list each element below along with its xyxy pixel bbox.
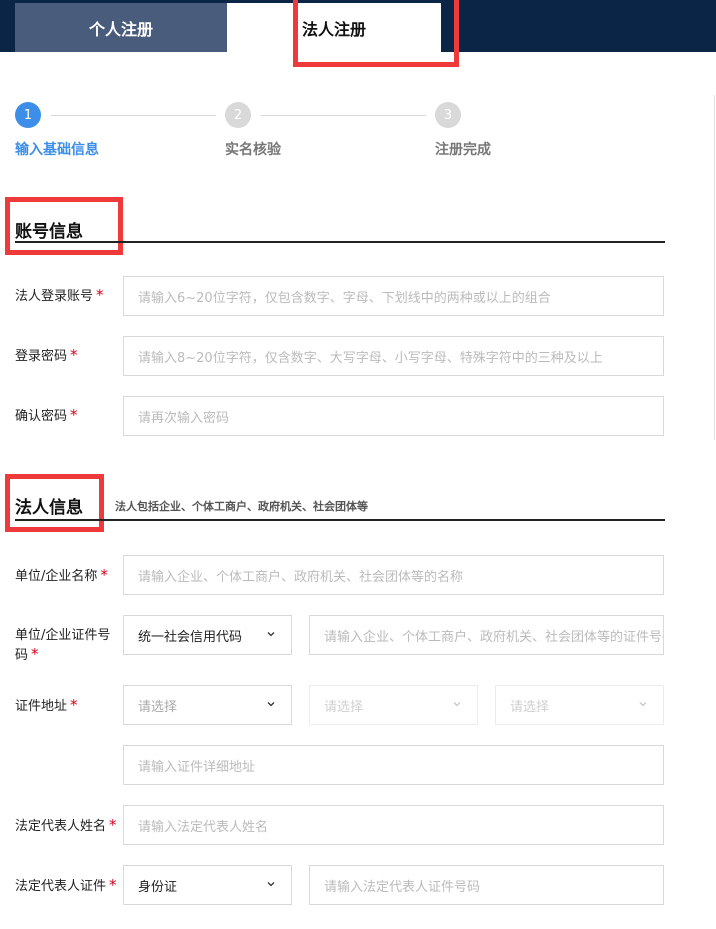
legal-section-note: 法人包括企业、个体工商户、政府机关、社会团体等 bbox=[115, 500, 368, 513]
rep-id-type-select[interactable]: 身份证 bbox=[123, 865, 292, 905]
required-mark: * bbox=[31, 645, 39, 663]
org-name-input[interactable]: 请输入企业、个体工商户、政府机关、社会团体等的名称 bbox=[123, 555, 664, 595]
login-account-input[interactable]: 请输入6~20位字符，仅包含数字、字母、下划线中的两种或以上的组合 bbox=[123, 276, 664, 316]
cert-number-label: 单位/企业证件号 码 * bbox=[15, 626, 110, 665]
chevron-down-icon bbox=[267, 882, 275, 887]
cert-address-label: 证件地址 * bbox=[15, 696, 78, 716]
required-mark: * bbox=[96, 286, 104, 304]
confirm-password-label: 确认密码 * bbox=[15, 406, 78, 426]
required-mark: * bbox=[109, 876, 117, 894]
required-mark: * bbox=[100, 566, 108, 584]
login-account-label: 法人登录账号 * bbox=[15, 286, 104, 306]
city-select-placeholder: 请选择 bbox=[324, 699, 364, 715]
panel-edge-divider bbox=[714, 95, 715, 440]
address-detail-input[interactable]: 请输入证件详细地址 bbox=[123, 745, 664, 785]
rep-id-label-text: 法定代表人证件 bbox=[15, 879, 107, 894]
login-account-label-text: 法人登录账号 bbox=[15, 289, 94, 304]
rep-name-label: 法定代表人姓名 * bbox=[15, 816, 117, 836]
rep-id-number-input[interactable]: 请输入法定代表人证件号码 bbox=[309, 865, 664, 905]
account-section-rule bbox=[15, 241, 665, 243]
province-select-placeholder: 请选择 bbox=[138, 699, 178, 715]
password-label-text: 登录密码 bbox=[15, 349, 68, 364]
required-mark: * bbox=[70, 346, 78, 364]
step-1-circle: 1 bbox=[15, 102, 41, 128]
highlight-box-legal-tab bbox=[293, 0, 459, 67]
cert-type-select-value: 统一社会信用代码 bbox=[138, 629, 243, 645]
cert-address-label-text: 证件地址 bbox=[15, 699, 68, 714]
chevron-down-icon bbox=[267, 702, 275, 707]
password-input[interactable]: 请输入8~20位字符，仅含数字、大写字母、小写字母、特殊字符中的三种及以上 bbox=[123, 336, 664, 376]
step-3-label: 注册完成 bbox=[435, 142, 491, 158]
legal-section-title: 法人信息 bbox=[15, 498, 83, 518]
rep-id-label: 法定代表人证件 * bbox=[15, 876, 117, 896]
city-select[interactable]: 请选择 bbox=[309, 685, 478, 725]
rep-name-label-text: 法定代表人姓名 bbox=[15, 819, 107, 834]
rep-name-input[interactable]: 请输入法定代表人姓名 bbox=[123, 805, 664, 845]
org-name-label-text: 单位/企业名称 bbox=[15, 569, 98, 584]
chevron-down-icon bbox=[453, 702, 461, 707]
cert-number-label-line2: 码 bbox=[15, 648, 29, 663]
district-select[interactable]: 请选择 bbox=[495, 685, 664, 725]
chevron-down-icon bbox=[267, 632, 275, 637]
step-2-circle: 2 bbox=[225, 102, 251, 128]
cert-type-select[interactable]: 统一社会信用代码 bbox=[123, 615, 292, 655]
required-mark: * bbox=[70, 406, 78, 424]
legal-section-rule bbox=[15, 519, 665, 521]
step-2-label: 实名核验 bbox=[225, 142, 281, 158]
confirm-password-label-text: 确认密码 bbox=[15, 409, 68, 424]
confirm-password-input[interactable]: 请再次输入密码 bbox=[123, 396, 664, 436]
district-select-placeholder: 请选择 bbox=[510, 699, 550, 715]
org-name-label: 单位/企业名称 * bbox=[15, 566, 108, 586]
step-connector-2 bbox=[261, 115, 426, 116]
required-mark: * bbox=[70, 696, 78, 714]
required-mark: * bbox=[109, 816, 117, 834]
chevron-down-icon bbox=[639, 702, 647, 707]
password-label: 登录密码 * bbox=[15, 346, 78, 366]
step-1-label: 输入基础信息 bbox=[15, 142, 99, 158]
cert-number-input[interactable]: 请输入企业、个体工商户、政府机关、社会团体等的证件号码 bbox=[309, 615, 664, 655]
rep-id-type-select-value: 身份证 bbox=[138, 879, 178, 895]
tab-personal-registration[interactable]: 个人注册 bbox=[15, 3, 227, 52]
province-select[interactable]: 请选择 bbox=[123, 685, 292, 725]
cert-number-label-line1: 单位/企业证件号 bbox=[15, 628, 111, 643]
account-section-title: 账号信息 bbox=[15, 222, 83, 242]
step-connector-1 bbox=[51, 115, 216, 116]
step-3-circle: 3 bbox=[435, 102, 461, 128]
